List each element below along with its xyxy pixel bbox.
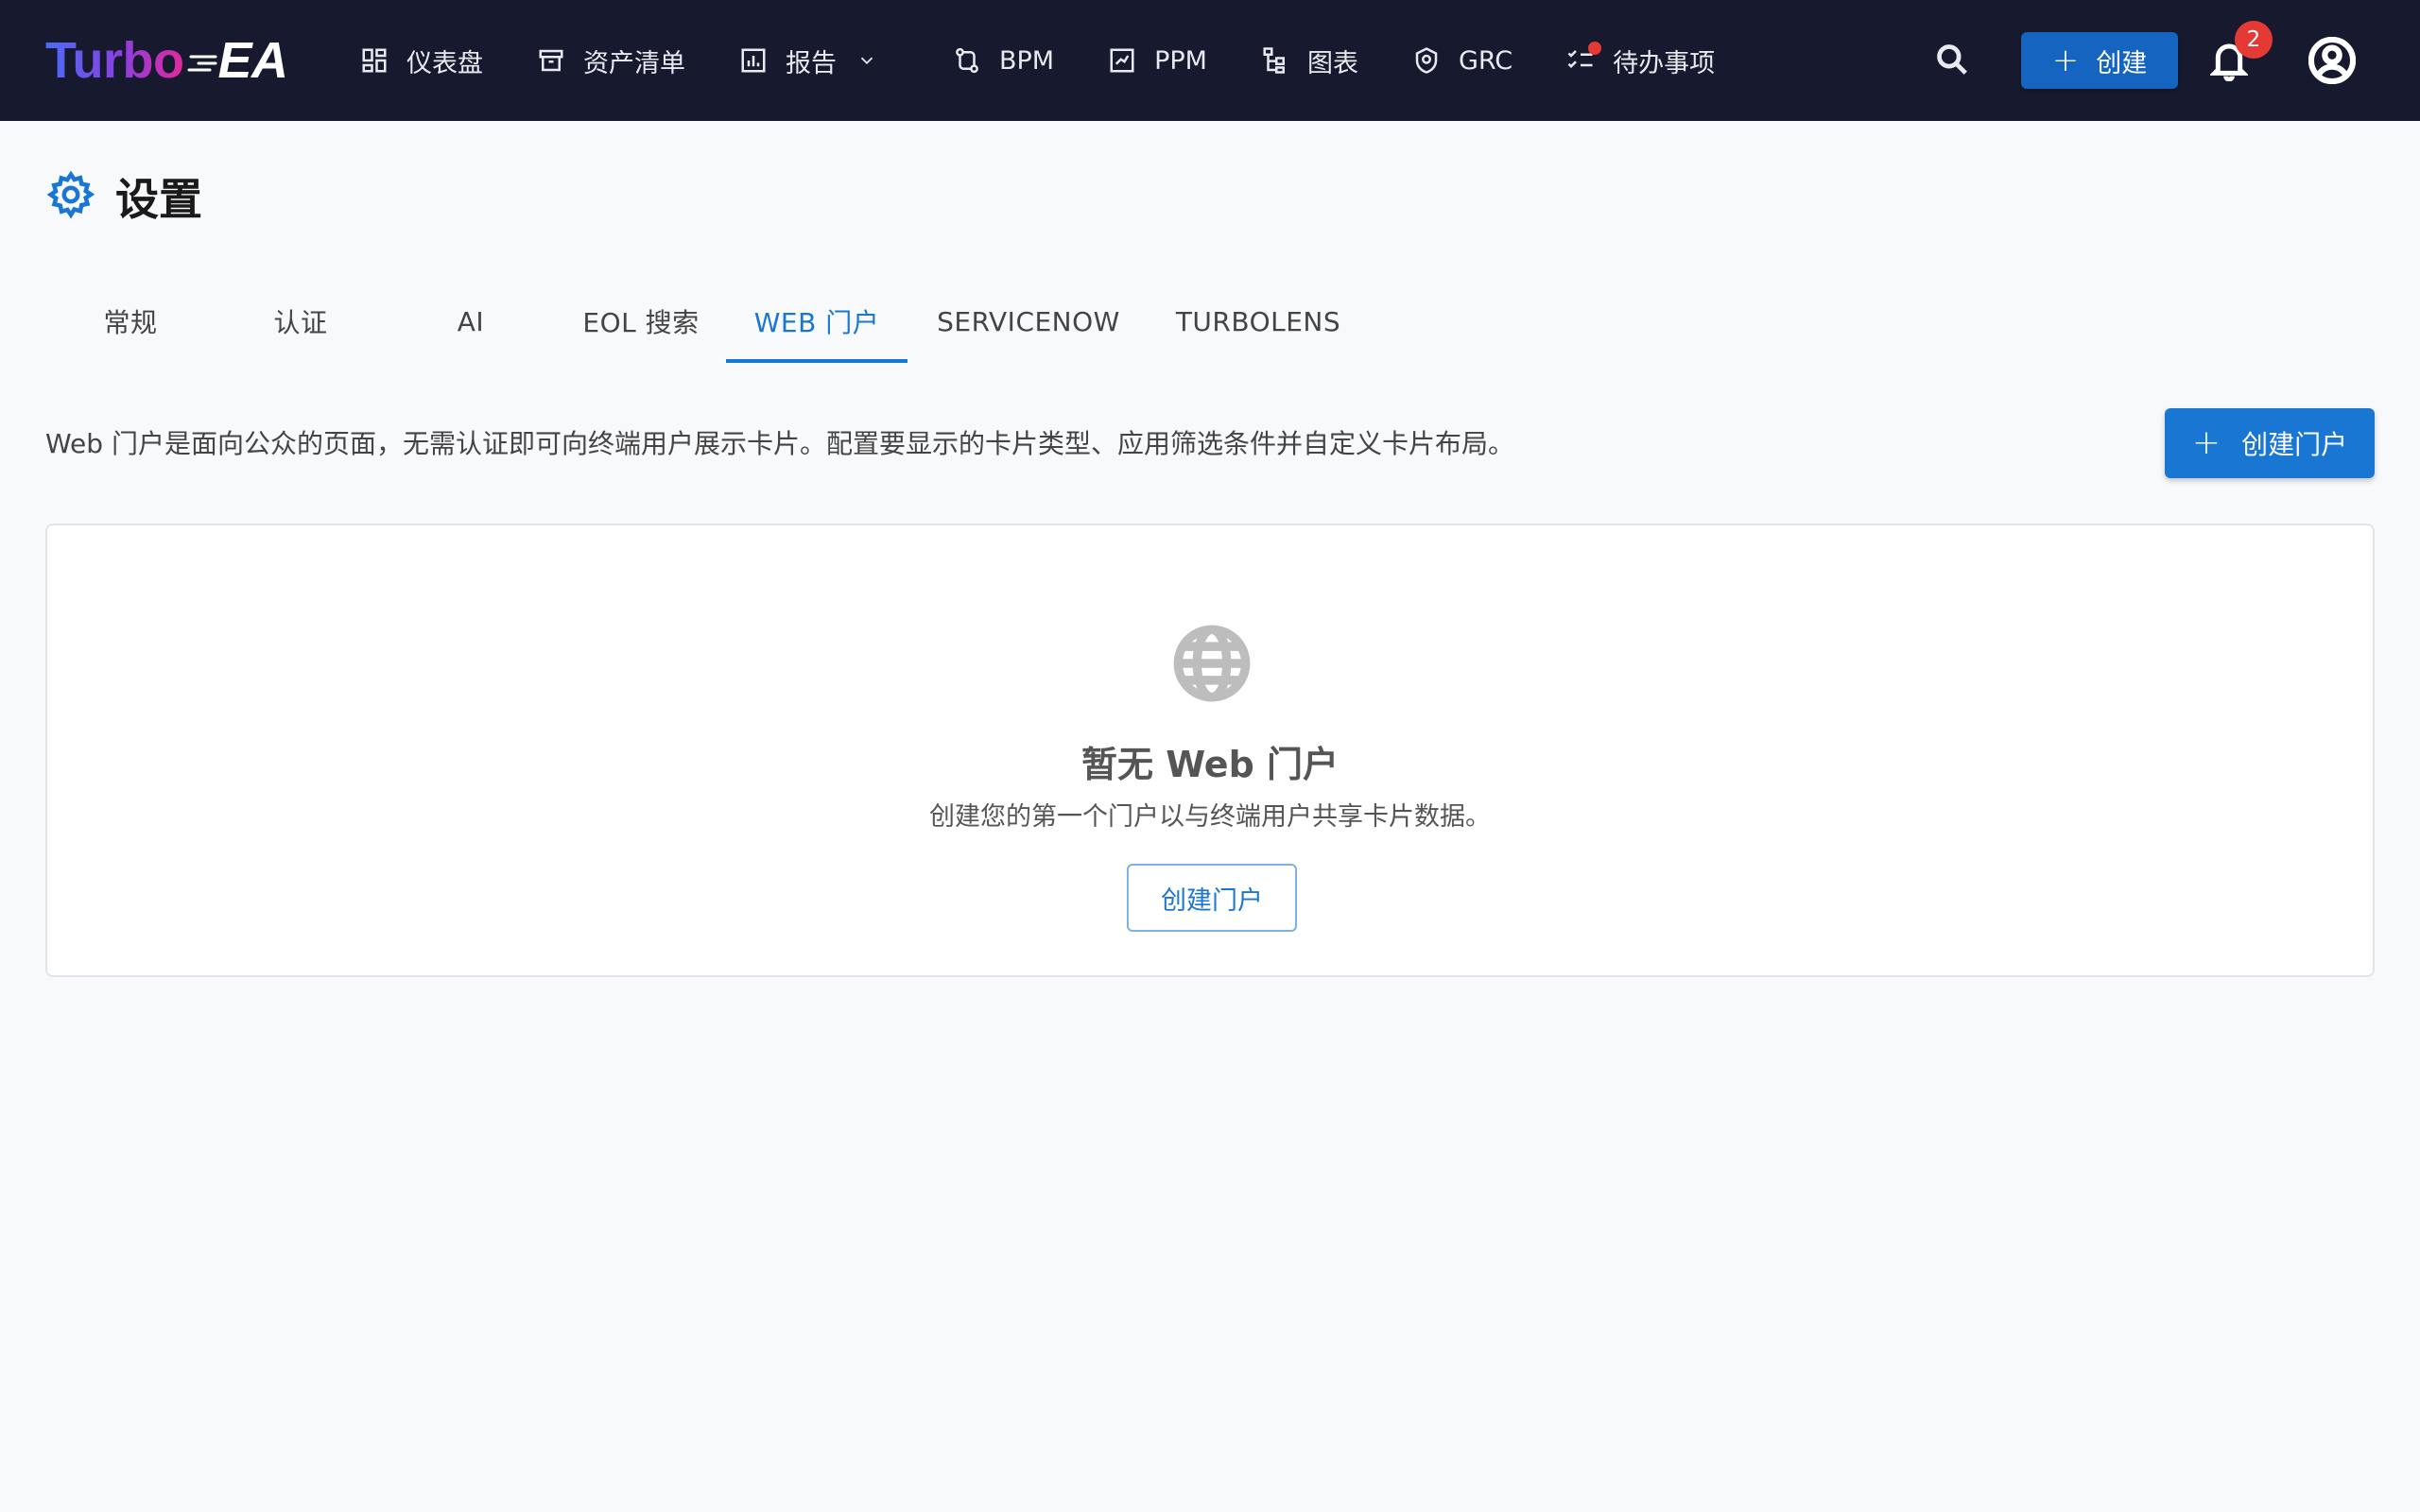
nav-label: 仪表盘 [406,48,483,78]
plus-icon: + [2051,42,2080,79]
globe-icon [1172,624,1252,703]
page-title: 设置 [115,174,202,225]
speed-lines-icon [187,31,219,90]
nav-item-dashboard[interactable]: 仪表盘 [359,30,483,91]
nav-item-bpm[interactable]: BPM [952,30,1054,91]
settings-tabs: 常规 认证 AI EOL 搜索 WEB 门户 SERVICENOW TURBOL… [45,280,1367,363]
logo-text-ea: EA [217,32,288,89]
web-portal-description: Web 门户是面向公众的页面，无需认证即可向终端用户展示卡片。配置要显示的卡片类… [45,428,1514,459]
nav-label: 报告 [786,48,837,78]
ppm-icon [1107,45,1137,76]
empty-state-subtitle: 创建您的第一个门户以与终端用户共享卡片数据。 [929,802,1491,832]
grc-icon [1411,45,1442,76]
nav-item-todo[interactable]: 待办事项 [1565,30,1715,91]
settings-gear-icon [45,169,96,224]
nav-label: GRC [1458,45,1513,76]
nav-label: BPM [999,45,1055,76]
tab-general[interactable]: 常规 [45,280,216,363]
search-icon[interactable] [1934,42,1972,79]
nav-item-grc[interactable]: GRC [1411,30,1512,91]
nav-label: 待办事项 [1613,48,1716,78]
dashboard-icon [359,45,389,76]
nav-label: PPM [1154,45,1207,76]
todo-indicator-dot [1588,42,1602,55]
tab-ai[interactable]: AI [386,280,556,363]
tab-eol-search[interactable]: EOL 搜索 [556,280,726,363]
account-avatar-icon[interactable] [2308,36,2357,85]
page-header: 设置 [45,166,202,227]
todo-icon [1565,42,1602,76]
nav-label: 图表 [1306,48,1358,78]
inventory-icon [536,45,566,76]
tab-turbolens[interactable]: TURBOLENS [1150,280,1367,363]
top-navbar: Turbo EA 仪表盘 资产清单 报告 BPM PPM 图表 GRC 待办事项… [0,0,2420,121]
diagram-icon [1260,45,1290,76]
logo-text-turbo: Turbo [45,32,184,89]
report-icon [738,45,769,76]
create-button[interactable]: + 创建 [2021,32,2178,89]
tab-authentication[interactable]: 认证 [216,280,386,363]
chevron-down-icon [852,45,882,76]
main-nav: 仪表盘 资产清单 报告 BPM PPM 图表 GRC 待办事项 [359,0,1715,121]
nav-label: 资产清单 [583,48,685,78]
empty-state-create-portal-button[interactable]: 创建门户 [1127,864,1297,932]
nav-item-inventory[interactable]: 资产清单 [536,30,685,91]
tab-servicenow[interactable]: SERVICENOW [908,280,1150,363]
plus-icon: + [2191,423,2221,462]
nav-item-reports[interactable]: 报告 [738,30,899,91]
app-logo[interactable]: Turbo EA [45,26,288,94]
create-label: 创建 [2096,48,2148,78]
tab-web-portal[interactable]: WEB 门户 [726,280,908,363]
notification-count-badge: 2 [2235,21,2273,59]
nav-item-ppm[interactable]: PPM [1107,30,1207,91]
create-portal-button[interactable]: + 创建门户 [2165,408,2375,478]
empty-state-title: 暂无 Web 门户 [1081,744,1339,785]
nav-item-diagrams[interactable]: 图表 [1260,30,1358,91]
bpm-icon [952,45,982,76]
empty-state-card: 暂无 Web 门户 创建您的第一个门户以与终端用户共享卡片数据。 创建门户 [45,524,2375,977]
create-portal-label: 创建门户 [2241,429,2348,460]
